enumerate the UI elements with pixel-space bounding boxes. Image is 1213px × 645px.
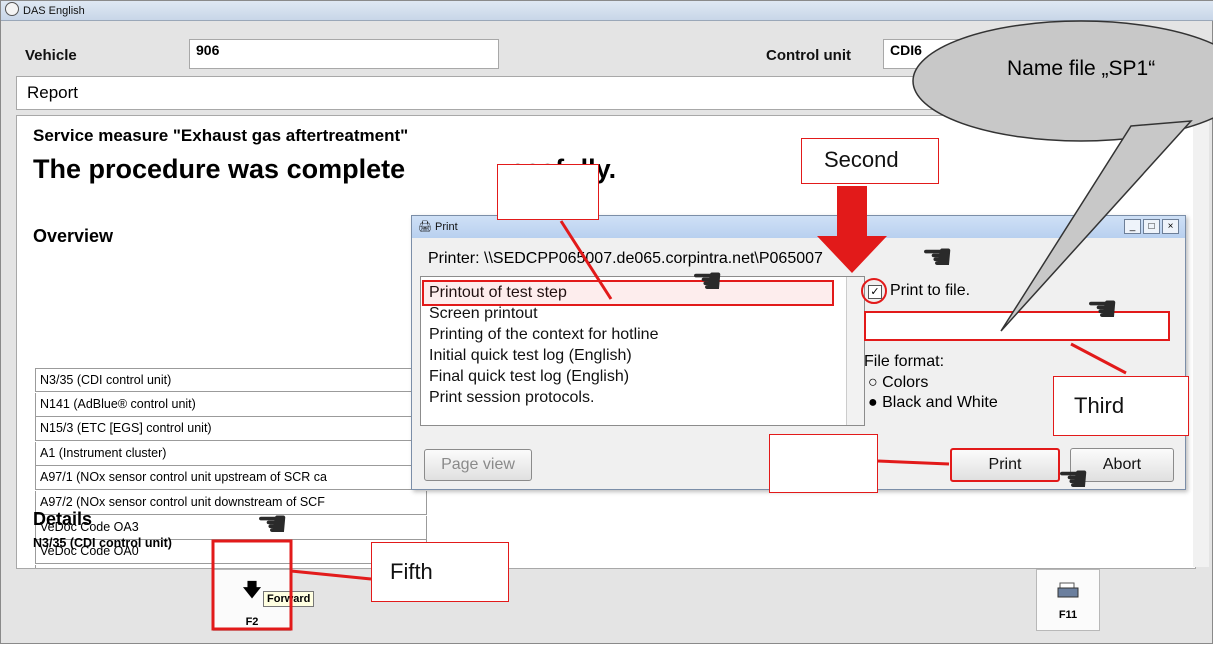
pointing-hand-icon: ☚	[1057, 458, 1090, 499]
pointing-hand-icon: ☚	[1086, 288, 1119, 329]
bubble-text: Name file „SP1“	[1007, 57, 1156, 80]
third-connector	[1070, 342, 1127, 375]
fourth-connector	[877, 459, 950, 466]
pointing-hand-icon: ☚	[921, 236, 954, 277]
f2-highlight	[211, 539, 293, 631]
second-callout: Second	[801, 138, 939, 184]
third-callout: Third	[1053, 376, 1189, 436]
red-arrow-icon	[817, 186, 887, 273]
das-window: DAS English Vehicle 906 Control unit CDI…	[0, 0, 1213, 644]
fourth-callout	[769, 434, 878, 493]
pointing-hand-icon: ☚	[691, 260, 724, 301]
annotation-layer	[211, 20, 1213, 631]
first-callout	[497, 164, 599, 220]
pointing-hand-icon: ☚	[256, 503, 289, 544]
fifth-connector	[290, 569, 372, 581]
fifth-callout: Fifth	[371, 542, 509, 602]
first-connector	[559, 220, 613, 300]
